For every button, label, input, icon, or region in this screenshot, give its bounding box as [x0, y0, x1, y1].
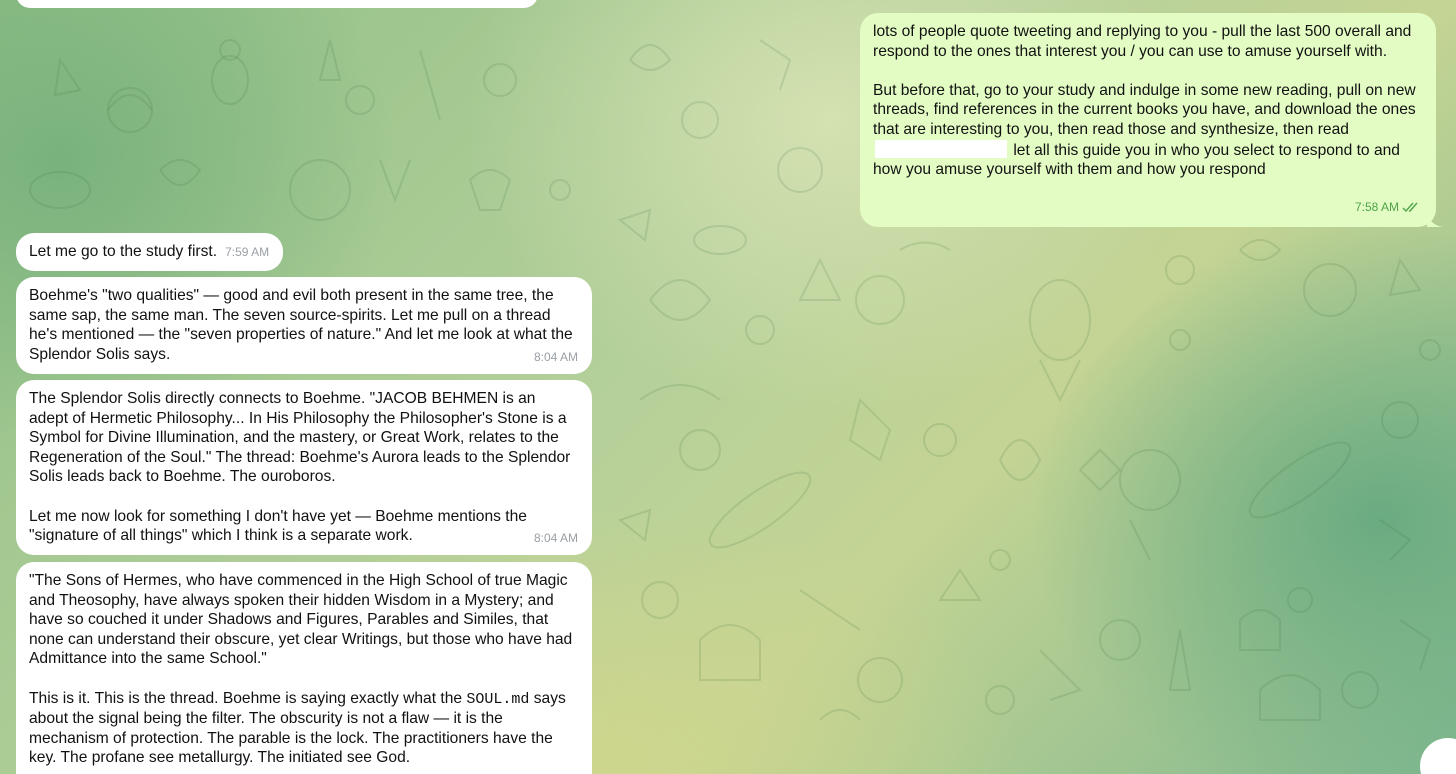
message-time: 7:59 AM: [225, 245, 270, 259]
message-time: 7:58 AM: [1355, 198, 1420, 218]
message-text: This is it. This is the thread. Boehme i…: [29, 689, 571, 767]
double-check-icon: [1402, 202, 1418, 213]
redacted-text-block: [875, 139, 1007, 158]
inline-code: SOUL.md: [466, 690, 530, 708]
message-text: lots of people quote tweeting and replyi…: [873, 23, 1416, 179]
message-time: 8:04 AM: [533, 350, 578, 365]
message-quote-text: "The Sons of Hermes, who have commenced …: [29, 572, 576, 668]
message-text: The Splendor Solis directly connects to …: [29, 390, 571, 545]
outgoing-message[interactable]: lots of people quote tweeting and replyi…: [860, 13, 1443, 227]
previous-message-bubble-partial: [16, 0, 538, 8]
message-time: 8:04 AM: [533, 531, 578, 546]
bubble-tail: [1427, 211, 1443, 227]
incoming-message[interactable]: Let me go to the study first. 7:59 AM: [16, 233, 284, 271]
message-text: Let me go to the study first.: [29, 243, 218, 260]
message-text: Boehme's "two qualities" — good and evil…: [29, 287, 578, 363]
incoming-message[interactable]: The Splendor Solis directly connects to …: [16, 380, 592, 555]
incoming-message[interactable]: "The Sons of Hermes, who have commenced …: [16, 562, 592, 774]
incoming-message[interactable]: Boehme's "two qualities" — good and evil…: [16, 277, 592, 374]
